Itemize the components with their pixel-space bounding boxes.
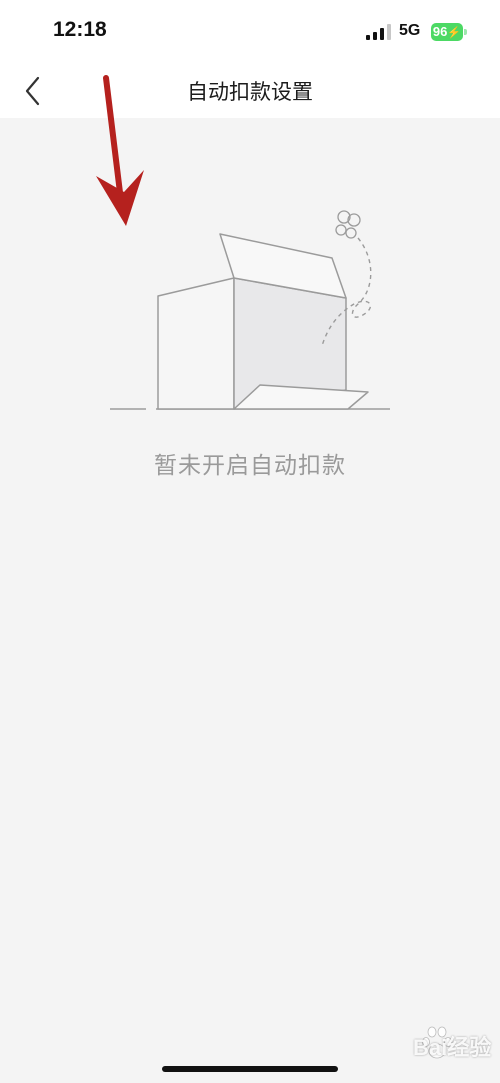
status-bar: 12:18 5G 96⚡ <box>0 0 500 66</box>
home-indicator[interactable] <box>162 1066 338 1072</box>
battery-icon: 96⚡ <box>431 23 463 41</box>
empty-box-icon <box>110 210 390 410</box>
watermark-text: Bai经验 <box>413 1035 492 1060</box>
network-type: 5G <box>399 22 421 39</box>
page-title: 自动扣款设置 <box>187 80 313 104</box>
nav-bar: 自动扣款设置 <box>0 66 500 118</box>
status-time: 12:18 <box>53 18 107 41</box>
battery-tip <box>464 29 467 35</box>
cellular-signal-icon <box>366 24 391 40</box>
empty-state-message: 暂未开启自动扣款 <box>154 453 346 479</box>
battery-level: 96 <box>432 24 448 39</box>
